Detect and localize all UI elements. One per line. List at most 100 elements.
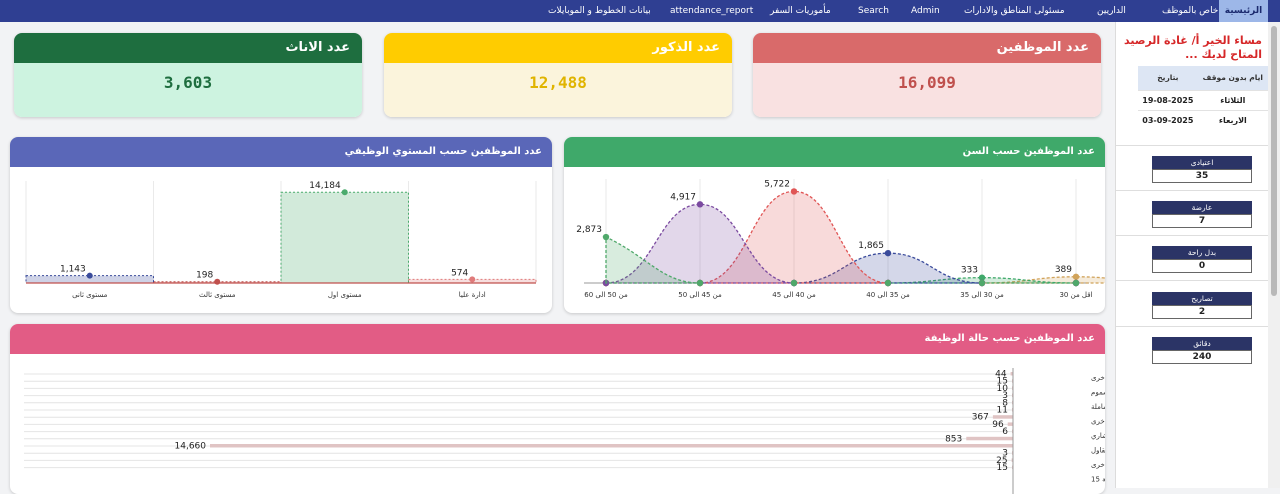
kpi-employees-value: 16,099 <box>753 63 1101 117</box>
greeting-text: مساء الخير أ/ غادة الرصيد المتاح لديك ..… <box>1123 34 1262 61</box>
data-point <box>602 233 610 241</box>
leave-label: دقائق <box>1152 337 1252 350</box>
x-tick-label: اقل من 30 <box>1059 291 1092 299</box>
table-cell: الاربعاء <box>1197 109 1268 130</box>
leave-label: عارضة <box>1152 201 1252 214</box>
y-tick-label: تكليف من جهة اخرى <box>1091 418 1105 426</box>
data-point <box>790 279 798 287</box>
nav-lines[interactable]: بيانات الخطوط و الموبايلات <box>548 0 651 22</box>
data-point <box>86 272 93 279</box>
data-label: 367 <box>972 413 989 423</box>
table-cell: 19-08-2025 <box>1138 89 1198 110</box>
kpi-males-value: 12,488 <box>384 63 732 117</box>
leave-value: 0 <box>1152 259 1252 273</box>
y-tick-label: إعارة الى جهة اخرى <box>1091 374 1105 382</box>
nav-home[interactable]: الرئيسية <box>1219 0 1268 22</box>
nav-attendance[interactable]: attendance_report <box>670 0 753 22</box>
scrollbar-thumb[interactable] <box>1271 26 1277 296</box>
leave-balance-minutes: دقائق 240 <box>1152 337 1252 364</box>
data-point <box>469 276 476 283</box>
age-chart: 389 333 1,865 5,722 4,917 2,873 اقل من 30 من 30… <box>576 179 1105 299</box>
table-cell: الثلاثاء <box>1197 89 1268 110</box>
x-tick-label: من 50 الى 60 <box>584 291 628 299</box>
leave-balance-permits: تصاريح 2 <box>1152 292 1252 319</box>
age-chart-panel: عدد الموظفين حسب السن 389 333 1,865 5,722 4,… <box>564 137 1105 313</box>
y-tick-label: المجموعة 15 <box>1091 476 1105 484</box>
nav-employee[interactable]: خاص بالموظف <box>1162 0 1218 22</box>
leave-balance-regular: اعتيادى 35 <box>1152 156 1252 183</box>
nav-regions[interactable]: مسئولى المناطق والادارات <box>964 0 1065 22</box>
status-chart-panel: عدد الموظفين حسب حالة الوظيفة 44 15 10 3 8 11… <box>10 324 1105 494</box>
data-point <box>696 279 704 287</box>
data-label: 333 <box>961 266 978 276</box>
x-tick-label: مستوى اول <box>328 291 362 299</box>
bar <box>280 191 409 284</box>
right-sidebar: مساء الخير أ/ غادة الرصيد المتاح لديك ..… <box>1115 22 1269 488</box>
data-label: 15 <box>997 463 1008 473</box>
scrollbar[interactable] <box>1268 22 1280 488</box>
kpi-card-females: عدد الاناث 3,603 <box>14 33 362 117</box>
divider <box>1116 326 1269 327</box>
kpi-card-males: عدد الذكور 12,488 <box>384 33 732 117</box>
data-label: 14,184 <box>309 181 341 191</box>
data-point <box>884 249 892 257</box>
bar <box>210 444 1013 448</box>
leave-balance-casual: عارضة 7 <box>1152 201 1252 228</box>
data-label: 11 <box>997 406 1008 416</box>
kpi-card-employees: عدد الموظفين 16,099 <box>753 33 1101 117</box>
table-cell: 03-09-2025 <box>1138 109 1198 130</box>
data-point <box>978 279 986 287</box>
x-tick-label: من 35 الى 40 <box>866 291 910 299</box>
x-tick-label: مستوى ثانى <box>72 291 108 299</box>
nav-admin[interactable]: Admin <box>911 0 940 22</box>
data-point <box>1072 273 1080 280</box>
days-table-header: بتاريخ <box>1138 66 1198 90</box>
data-label: 1,143 <box>60 265 86 275</box>
status-chart-title: عدد الموظفين حسب حالة الوظيفة <box>10 324 1105 354</box>
nav-travel[interactable]: مأموريات السفر <box>770 0 831 22</box>
kpi-females-label: عدد الاناث <box>14 33 362 63</box>
data-label: 198 <box>196 271 213 281</box>
data-label: 6 <box>1002 427 1008 437</box>
data-label: 389 <box>1055 265 1072 275</box>
level-chart: 574 ادارة عليا 14,184 مستوى اول 198 مستوى ثال… <box>25 181 537 299</box>
data-label: 2,873 <box>576 225 602 235</box>
y-tick-label: عقد استشاري <box>1091 432 1105 440</box>
days-table-header: ايام بدون موقف <box>1197 66 1268 90</box>
data-label: 5,722 <box>764 179 790 189</box>
divider <box>1116 190 1269 191</box>
level-chart-panel: عدد الموظفين حسب المستوي الوظيفي 574 ادار… <box>10 137 552 313</box>
x-tick-label: ادارة عليا <box>459 291 486 299</box>
divider <box>1116 235 1269 236</box>
data-point <box>1072 279 1080 287</box>
bar <box>992 415 1013 419</box>
data-point <box>214 278 221 285</box>
leave-value: 2 <box>1152 305 1252 319</box>
level-chart-title: عدد الموظفين حسب المستوي الوظيفي <box>10 137 552 167</box>
data-point <box>884 279 892 287</box>
kpi-males-label: عدد الذكور <box>384 33 732 63</box>
divider <box>1116 280 1269 281</box>
data-point <box>790 188 798 195</box>
y-tick-label: ندب الى جهة اخرى <box>1091 461 1105 469</box>
data-label: 4,917 <box>670 192 696 202</box>
data-label: 1,865 <box>858 241 884 251</box>
y-tick-label: انهاء خدمة للسموم <box>1091 389 1105 397</box>
x-tick-label: مستوى ثالث <box>199 291 236 299</box>
nav-admins[interactable]: الداريين <box>1097 0 1126 22</box>
y-tick-label: انهاء عقد مكافأة شاملة <box>1091 401 1105 411</box>
bar <box>1007 422 1013 426</box>
kpi-employees-label: عدد الموظفين <box>753 33 1101 63</box>
x-tick-label: من 30 الى 35 <box>960 291 1004 299</box>
data-label: 574 <box>451 268 468 278</box>
leave-value: 240 <box>1152 350 1252 364</box>
top-navigation: الرئيسية خاص بالموظف الداريين مسئولى الم… <box>0 0 1280 22</box>
leave-label: اعتيادى <box>1152 156 1252 169</box>
table-row: الثلاثاء 19-08-2025 <box>1138 89 1268 110</box>
nav-search[interactable]: Search <box>858 0 889 22</box>
x-tick-label: من 45 الى 50 <box>678 291 722 299</box>
status-chart: 441510381136796685314,66032515إعارة الى … <box>24 368 1105 494</box>
age-chart-title: عدد الموظفين حسب السن <box>564 137 1105 167</box>
divider <box>1116 145 1269 146</box>
data-point <box>341 189 348 196</box>
